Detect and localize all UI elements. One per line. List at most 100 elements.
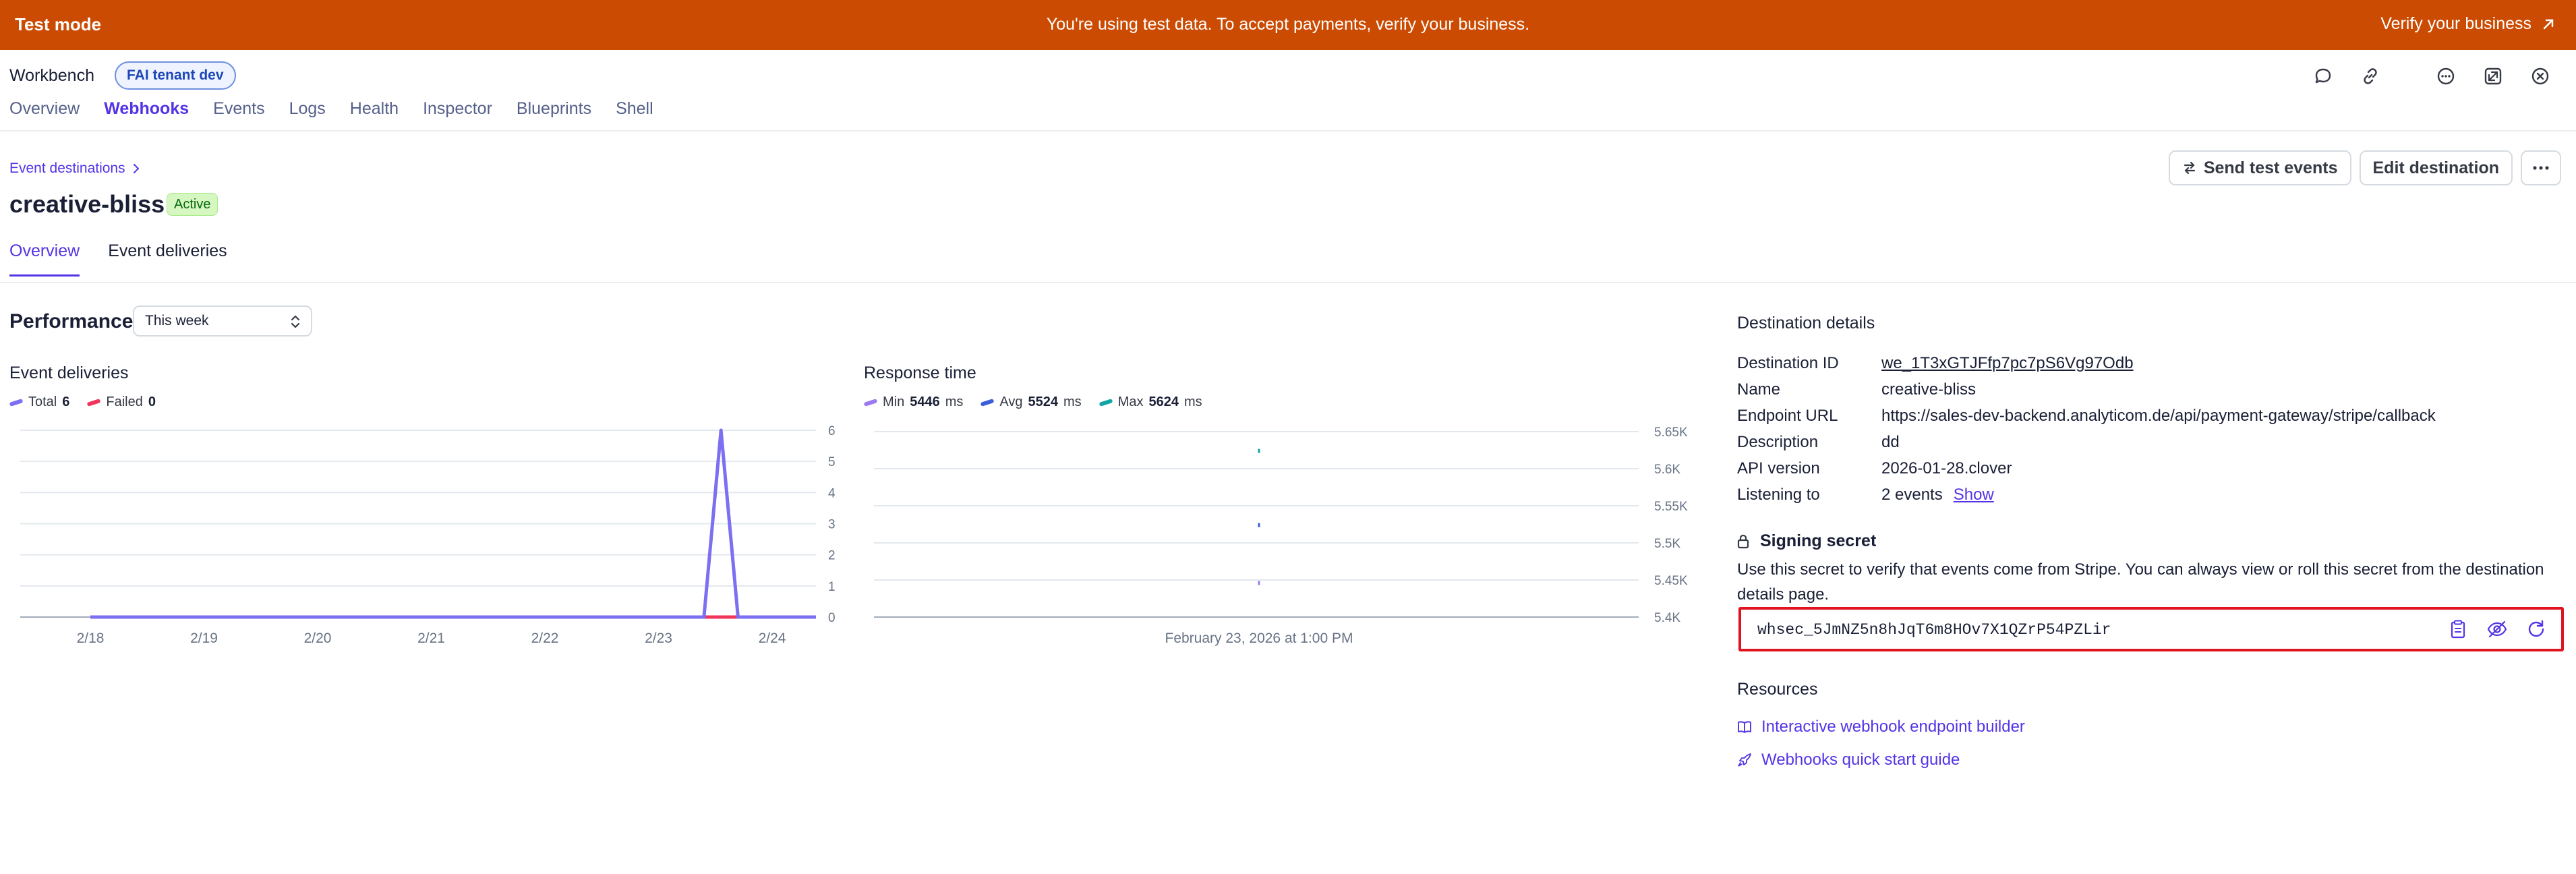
resource-link-quick-start[interactable]: Webhooks quick start guide bbox=[1737, 751, 1960, 769]
show-events-link[interactable]: Show bbox=[1954, 486, 1994, 504]
legend-avg-swatch bbox=[980, 398, 995, 407]
resource-link-label: Webhooks quick start guide bbox=[1761, 751, 1960, 769]
legend-min: Min 5446 ms bbox=[863, 395, 964, 410]
deliveries-chart-title: Event deliveries bbox=[9, 363, 129, 382]
clipboard-icon[interactable] bbox=[2447, 618, 2469, 641]
expand-icon[interactable] bbox=[2478, 63, 2509, 90]
y-tick-label: 4 bbox=[828, 486, 836, 500]
more-horizontal-icon[interactable] bbox=[2430, 63, 2461, 90]
detail-key: API version bbox=[1737, 459, 1820, 477]
detail-value: 2026-01-28.clover bbox=[1881, 459, 2012, 477]
detail-key: Destination ID bbox=[1737, 354, 1839, 372]
workbench-title: Workbench bbox=[9, 66, 94, 85]
arrow-up-right-icon bbox=[2543, 19, 2554, 29]
legend-max-unit: ms bbox=[1183, 395, 1202, 409]
link-icon[interactable] bbox=[2355, 63, 2386, 90]
legend-max-swatch bbox=[1099, 398, 1113, 407]
y-tick-label: 5.6K bbox=[1654, 463, 1680, 477]
detail-row-listening-to: Listening to 2 events Show bbox=[1737, 486, 1994, 504]
destination-tabs: Overview Event deliveries bbox=[9, 241, 227, 276]
period-select[interactable]: This week bbox=[133, 305, 312, 337]
performance-title: Performance bbox=[9, 310, 134, 332]
detail-row-description: Description dd bbox=[1737, 433, 1900, 452]
legend-max: Max 5624 ms bbox=[1099, 395, 1202, 410]
x-tick-label: 2/23 bbox=[645, 631, 672, 646]
x-tick-label: 2/21 bbox=[417, 631, 445, 646]
y-tick-label: 1 bbox=[828, 580, 836, 594]
tab-events[interactable]: Events bbox=[213, 99, 264, 119]
y-tick-label: 5 bbox=[828, 455, 836, 469]
response-chart-title: Response time bbox=[864, 363, 976, 382]
legend-failed-swatch bbox=[86, 398, 101, 407]
tab-overview-sub[interactable]: Overview bbox=[9, 241, 80, 276]
header-actions bbox=[2308, 63, 2556, 90]
y-tick-label: 5.4K bbox=[1654, 611, 1680, 625]
tab-blueprints[interactable]: Blueprints bbox=[517, 99, 591, 119]
destination-id-value[interactable]: we_1T3xGTJFfp7pc7pS6Vg97Odb bbox=[1881, 354, 2134, 373]
deliveries-chart: 0 1 2 3 4 5 6 2/18 2/19 2/20 2/21 2/22 2/23 2/24 bbox=[20, 424, 836, 646]
legend-failed-label: Failed bbox=[106, 395, 143, 409]
resource-link-endpoint-builder[interactable]: Interactive webhook endpoint builder bbox=[1737, 718, 2025, 736]
signing-secret-value[interactable]: whsec_5JmNZ5n8hJqT6m8HOv7X1QZrP54PZLir bbox=[1757, 621, 2111, 639]
chat-bubble-icon[interactable] bbox=[2308, 63, 2339, 90]
y-tick-label: 5.65K bbox=[1654, 426, 1688, 440]
series-max-point bbox=[1258, 448, 1260, 453]
tab-health[interactable]: Health bbox=[350, 99, 399, 119]
tab-shell[interactable]: Shell bbox=[616, 99, 653, 119]
tab-webhooks[interactable]: Webhooks bbox=[104, 99, 189, 119]
x-tick-label: 2/19 bbox=[190, 631, 218, 646]
breadcrumb[interactable]: Event destinations bbox=[9, 161, 140, 177]
response-chart: 5.4K 5.45K 5.5K 5.55K 5.6K 5.65K February 23, … bbox=[874, 426, 1688, 646]
legend-total-label: Total bbox=[28, 395, 57, 409]
detail-key: Name bbox=[1737, 380, 1781, 399]
send-test-events-button[interactable]: Send test events bbox=[2168, 150, 2351, 185]
detail-row-endpoint-url: Endpoint URL https://sales-dev-backend.a… bbox=[1737, 407, 2436, 426]
detail-row-name: Name creative-bliss bbox=[1737, 380, 1976, 399]
period-select-value: This week bbox=[145, 313, 209, 328]
deliveries-legend: Total 6 Failed 0 bbox=[9, 395, 156, 410]
status-badge: Active bbox=[167, 193, 218, 216]
legend-min-label: Min bbox=[883, 395, 905, 409]
endpoint-url-value: https://sales-dev-backend.analyticom.de/… bbox=[1881, 407, 2436, 425]
legend-min-unit: ms bbox=[945, 395, 964, 409]
legend-avg: Avg 5524 ms bbox=[980, 395, 1082, 410]
x-axis-label: February 23, 2026 at 1:00 PM bbox=[1165, 631, 1353, 646]
x-tick-label: 2/18 bbox=[77, 631, 105, 646]
verify-business-label: Verify your business bbox=[2380, 14, 2531, 33]
tab-logs[interactable]: Logs bbox=[289, 99, 326, 119]
tab-inspector[interactable]: Inspector bbox=[423, 99, 492, 119]
signing-secret-header: Signing secret bbox=[1737, 531, 1876, 551]
resources-title: Resources bbox=[1737, 680, 1818, 699]
verify-business-link[interactable]: Verify your business bbox=[2380, 14, 2556, 34]
x-tick-label: 2/20 bbox=[304, 631, 332, 646]
resource-link-label: Interactive webhook endpoint builder bbox=[1761, 718, 2025, 736]
edit-destination-label: Edit destination bbox=[2372, 158, 2500, 177]
series-min-point bbox=[1258, 581, 1260, 585]
legend-avg-value: 5524 bbox=[1028, 395, 1059, 409]
workbench-tabs: Overview Webhooks Events Logs Health Ins… bbox=[9, 99, 653, 119]
tab-event-deliveries[interactable]: Event deliveries bbox=[108, 241, 227, 276]
legend-avg-label: Avg bbox=[999, 395, 1023, 409]
refresh-icon[interactable] bbox=[2525, 618, 2548, 641]
response-legend: Min 5446 ms Avg 5524 ms Max 5624 ms bbox=[863, 395, 1202, 410]
detail-value: dd bbox=[1881, 433, 1900, 451]
edit-destination-button[interactable]: Edit destination bbox=[2359, 150, 2513, 185]
chevron-updown-icon bbox=[291, 315, 300, 328]
legend-failed-value: 0 bbox=[148, 395, 156, 409]
close-icon[interactable] bbox=[2525, 63, 2556, 90]
destination-details-title: Destination details bbox=[1737, 314, 1875, 332]
more-actions-button[interactable] bbox=[2521, 150, 2561, 185]
test-mode-message: You're using test data. To accept paymen… bbox=[1046, 15, 1530, 34]
detail-key: Listening to bbox=[1737, 486, 1820, 504]
detail-value: creative-bliss bbox=[1881, 380, 1977, 399]
more-horizontal-icon bbox=[2533, 166, 2549, 170]
tab-overview[interactable]: Overview bbox=[9, 99, 80, 119]
legend-max-label: Max bbox=[1117, 395, 1144, 409]
legend-total: Total 6 bbox=[9, 395, 69, 410]
legend-total-swatch bbox=[9, 398, 24, 407]
rocket-icon bbox=[1738, 753, 1751, 767]
legend-min-value: 5446 bbox=[910, 395, 940, 409]
environment-badge[interactable]: FAI tenant dev bbox=[115, 61, 236, 90]
signing-secret-field[interactable]: whsec_5JmNZ5n8hJqT6m8HOv7X1QZrP54PZLir bbox=[1738, 607, 2564, 651]
eye-off-icon[interactable] bbox=[2486, 618, 2509, 641]
